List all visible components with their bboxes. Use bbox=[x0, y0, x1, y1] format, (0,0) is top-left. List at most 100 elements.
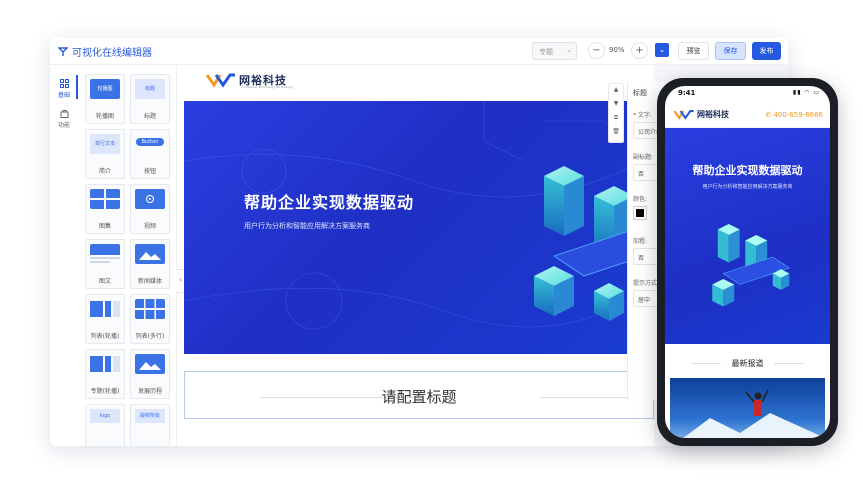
bag-icon bbox=[60, 110, 68, 118]
data-cubes-illustration bbox=[534, 166, 644, 321]
component-label: 新闻媒体 bbox=[137, 278, 162, 285]
list-multirow-thumb-icon bbox=[135, 299, 165, 319]
mountain-climber-image bbox=[683, 389, 825, 438]
color-label: 颜色: bbox=[633, 196, 648, 203]
site-header[interactable]: 网裕科技 Yu Internet Technology Technology bbox=[184, 65, 654, 101]
zoom-dropdown-button[interactable]: ⌄ bbox=[655, 43, 669, 57]
props-header: 标题 bbox=[633, 89, 647, 97]
chevron-down-icon: ⌄ bbox=[658, 45, 666, 54]
chevron-left-icon: ‹ bbox=[179, 276, 182, 284]
component-gallery[interactable]: 图集 bbox=[85, 184, 125, 234]
component-label: 图集 bbox=[98, 223, 111, 230]
component-label: 图文 bbox=[98, 278, 111, 285]
align-label: 提示方式: bbox=[633, 280, 660, 287]
move-up-icon[interactable]: ▲ bbox=[609, 86, 623, 93]
video-thumb-icon bbox=[135, 189, 165, 209]
banner[interactable]: 帮助企业实现数据驱动 用户行为分析和智能应用解决方案服务商 bbox=[184, 101, 644, 354]
component-label: 专题(轮播) bbox=[90, 388, 120, 395]
component-intro[interactable]: 单行文本 简介 bbox=[85, 129, 125, 179]
logo-subtext: Yu Internet Technology Technology bbox=[241, 85, 293, 89]
data-cubes-illustration bbox=[712, 224, 790, 307]
grid-icon bbox=[59, 79, 69, 88]
color-picker[interactable] bbox=[633, 206, 647, 220]
component-title[interactable]: 标题 标题 bbox=[130, 74, 170, 124]
zoom-in-button[interactable]: + bbox=[631, 42, 648, 59]
component-history[interactable]: 发展历程 bbox=[130, 349, 170, 399]
mobile-preview: 9:41 ▮▮ ◠ ▭ 网裕科技 ✆ 400-659-6666 帮助企业实现数据… bbox=[657, 78, 838, 446]
component-label: 按钮 bbox=[143, 168, 156, 175]
mobile-news-title: 最新报道 bbox=[731, 359, 764, 368]
list-carousel-thumb-icon bbox=[90, 301, 120, 317]
logo-thumb: logo bbox=[90, 409, 120, 423]
zoom-out-button[interactable]: − bbox=[588, 42, 605, 59]
intro-thumb: 单行文本 bbox=[90, 134, 120, 154]
component-label: 列表(轮播) bbox=[90, 333, 120, 340]
theme-select-value: 专题 bbox=[539, 48, 553, 56]
news-divider-right bbox=[774, 363, 804, 364]
image-text-thumb-icon bbox=[90, 244, 120, 263]
component-topic-carousel[interactable]: 专题(轮播) bbox=[85, 349, 125, 399]
component-copyright[interactable]: 版权所有 bbox=[130, 404, 170, 446]
app-title: 可视化在线编辑器 bbox=[58, 44, 152, 59]
nav-item-label: 基础 bbox=[57, 92, 70, 99]
company-logo-icon bbox=[206, 73, 235, 88]
zoom-level: 90% bbox=[609, 46, 625, 54]
mobile-banner[interactable]: 帮助企业实现数据驱动 用户行为分析和智能应用解决方案服务商 bbox=[665, 128, 830, 344]
component-video[interactable]: 视频 bbox=[130, 184, 170, 234]
publish-button[interactable]: 发布 bbox=[752, 42, 781, 60]
status-time: 9:41 bbox=[678, 89, 696, 97]
section-title: 请配置标题 bbox=[381, 388, 457, 406]
bold-label: 加粗: bbox=[633, 238, 648, 245]
copy-icon[interactable]: ⧉ bbox=[609, 114, 623, 122]
theme-select[interactable]: 专题 ⌄ bbox=[532, 42, 577, 60]
component-label: 发展历程 bbox=[137, 388, 162, 395]
nav-item-basic[interactable]: 基础 bbox=[50, 75, 78, 99]
save-button[interactable]: 保存 bbox=[715, 42, 746, 60]
component-panel: 轮播图 轮播图 标题 标题 单行文本 简介 Button 按钮 图集 视频 图文 bbox=[78, 65, 177, 446]
move-down-icon[interactable]: ▼ bbox=[609, 100, 623, 107]
mobile-screen: 9:41 ▮▮ ◠ ▭ 网裕科技 ✆ 400-659-6666 帮助企业实现数据… bbox=[665, 86, 830, 438]
mobile-logo: 网裕科技 bbox=[673, 109, 729, 120]
chevron-down-icon: ⌄ bbox=[566, 46, 572, 54]
component-logo[interactable]: logo bbox=[85, 404, 125, 446]
title-thumb: 标题 bbox=[135, 79, 165, 99]
component-carousel[interactable]: 轮播图 轮播图 bbox=[85, 74, 125, 124]
component-list-carousel[interactable]: 列表(轮播) bbox=[85, 294, 125, 344]
component-label: 视频 bbox=[143, 223, 156, 230]
mobile-banner-subtitle: 用户行为分析和智能应用解决方案服务商 bbox=[702, 184, 793, 190]
company-logo-icon bbox=[673, 110, 694, 120]
signal-wifi-battery-icon: ▮▮ ◠ ▭ bbox=[792, 89, 820, 96]
mobile-banner-title: 帮助企业实现数据驱动 bbox=[692, 164, 803, 177]
carousel-thumb: 轮播图 bbox=[90, 79, 120, 99]
block-toolstrip: ▲ ▼ ⧉ 🗑 bbox=[608, 83, 624, 143]
component-label: 列表(多行) bbox=[135, 333, 165, 340]
mobile-header: 网裕科技 ✆ 400-659-6666 bbox=[665, 103, 830, 128]
phone-number-text: 400-659-6666 bbox=[773, 111, 823, 119]
top-toolbar: 可视化在线编辑器 专题 ⌄ − 90% + ⌄ 预览 保存 发布 bbox=[50, 38, 788, 65]
mobile-logo-name: 网裕科技 bbox=[697, 110, 729, 119]
subtitle-label: 副标题: bbox=[633, 154, 654, 161]
history-thumb-icon bbox=[135, 354, 165, 374]
status-bar: 9:41 ▮▮ ◠ ▭ bbox=[665, 86, 830, 102]
news-photo[interactable] bbox=[670, 378, 825, 438]
button-thumb: Button bbox=[136, 138, 164, 146]
topic-thumb-icon bbox=[90, 356, 120, 372]
banner-subtitle: 用户行为分析和智能应用解决方案服务商 bbox=[244, 222, 370, 230]
component-list-multirow[interactable]: 列表(多行) bbox=[130, 294, 170, 344]
app-title-text: 可视化在线编辑器 bbox=[72, 48, 152, 59]
left-nav: 基础 功能 bbox=[50, 65, 79, 446]
copyright-thumb: 版权所有 bbox=[135, 409, 165, 423]
section-title-block[interactable]: 请配置标题 bbox=[184, 371, 654, 419]
component-label: 简介 bbox=[98, 168, 111, 175]
component-image-text[interactable]: 图文 bbox=[85, 239, 125, 289]
nav-item-function[interactable]: 功能 bbox=[50, 109, 78, 129]
delete-icon[interactable]: 🗑 bbox=[609, 128, 623, 135]
preview-button[interactable]: 预览 bbox=[678, 42, 709, 60]
page-preview: 网裕科技 Yu Internet Technology Technology 帮… bbox=[184, 65, 654, 446]
mobile-phone-number[interactable]: ✆ 400-659-6666 bbox=[765, 111, 823, 119]
component-button[interactable]: Button 按钮 bbox=[130, 129, 170, 179]
banner-title: 帮助企业实现数据驱动 bbox=[244, 193, 415, 212]
nav-item-label: 功能 bbox=[57, 122, 70, 129]
editor-logo-icon bbox=[58, 46, 68, 56]
component-news-media[interactable]: 新闻媒体 bbox=[130, 239, 170, 289]
